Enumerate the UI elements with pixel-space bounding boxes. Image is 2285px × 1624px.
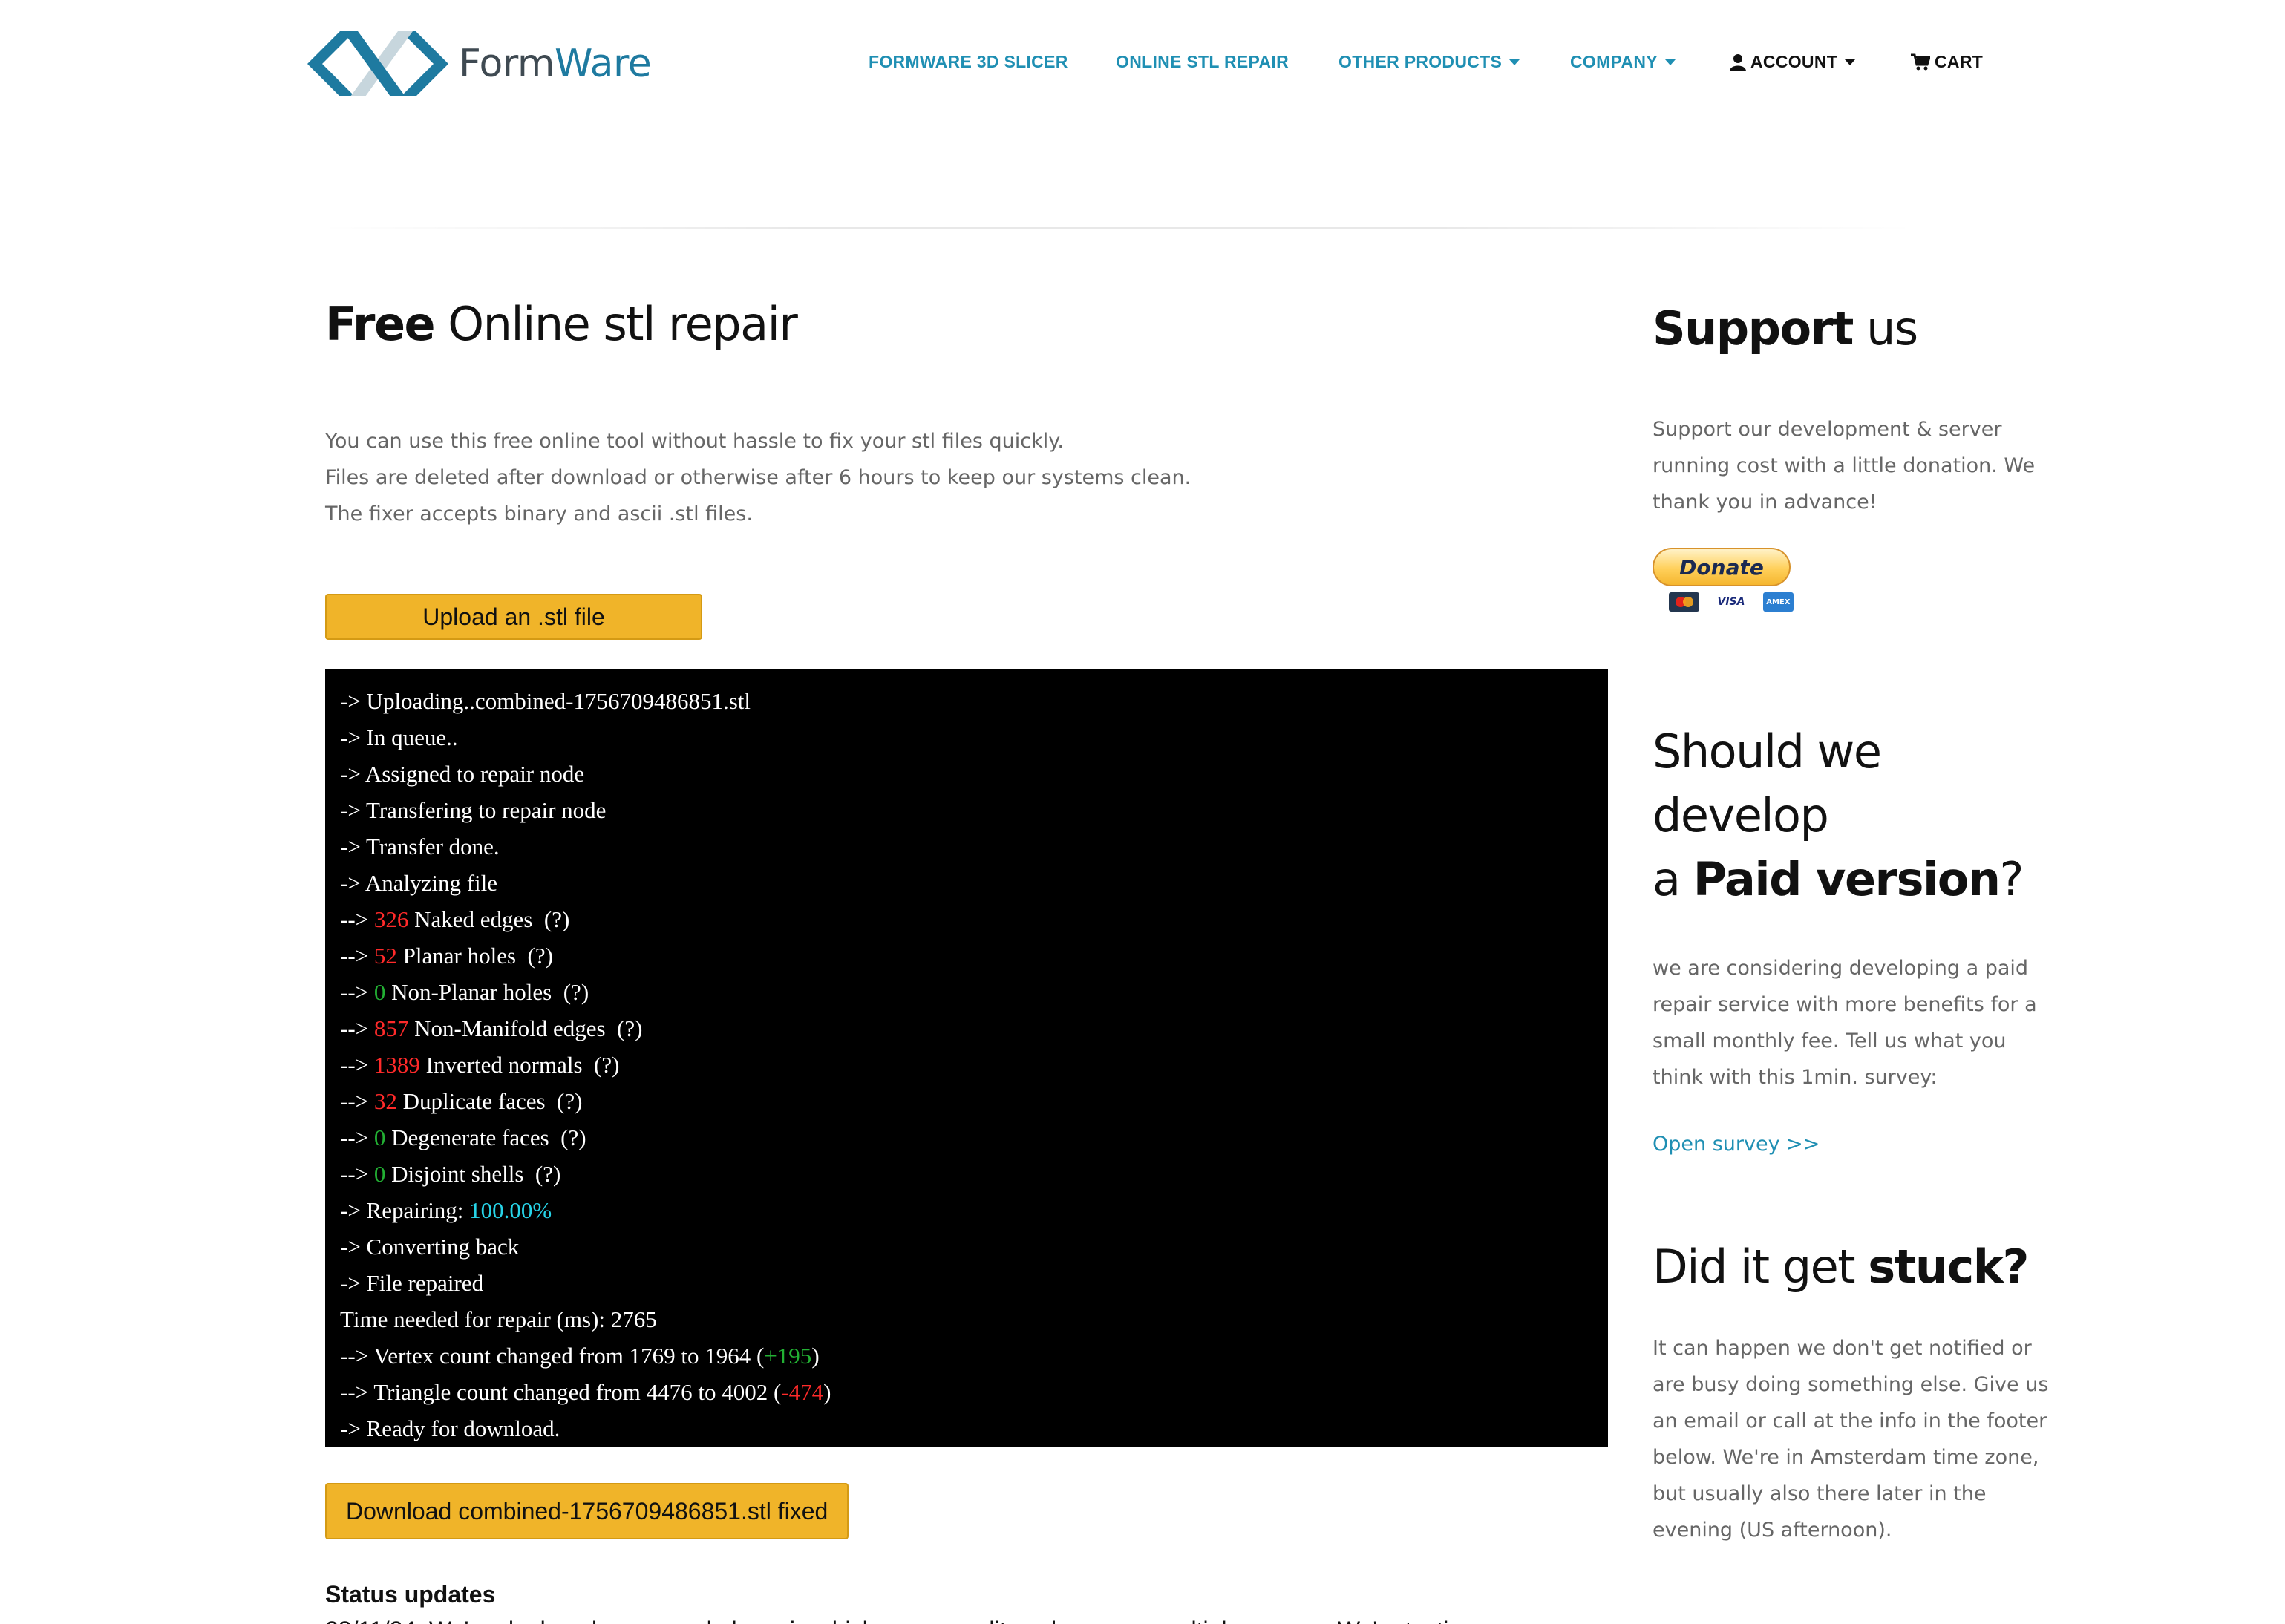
download-fixed-button[interactable]: Download combined-1756709486851.stl fixe… xyxy=(325,1483,849,1539)
nav-formware-3d-slicer[interactable]: FORMWARE 3D SLICER xyxy=(869,52,1068,72)
log-nonmanifold-edges: --> 857 Non-Manifold edges (?) xyxy=(340,1015,643,1041)
intro-line: The fixer accepts binary and ascii .stl … xyxy=(325,502,753,526)
support-text: Support our development & server running… xyxy=(1653,418,2036,514)
nav-cart[interactable]: CART xyxy=(1911,52,1983,72)
status-update-text: 28/11/24: We've deployed a new code base… xyxy=(325,1617,1609,1624)
formware-logo[interactable]: FormWare xyxy=(307,19,652,108)
donate-button[interactable]: Donate xyxy=(1653,548,1791,586)
log-repair-time: Time needed for repair (ms): 2765 xyxy=(340,1306,657,1332)
nav-online-stl-repair[interactable]: ONLINE STL REPAIR xyxy=(1116,52,1289,72)
log-duplicate-faces: --> 32 Duplicate faces (?) xyxy=(340,1088,583,1114)
intro-text: You can use this free online tool withou… xyxy=(325,423,1608,532)
payment-cards: VISA AMEX xyxy=(1653,592,1794,612)
log-line: -> Assigned to repair node xyxy=(340,761,585,787)
nav-account[interactable]: ACCOUNT xyxy=(1730,52,1856,72)
nav-company[interactable]: COMPANY xyxy=(1570,52,1676,72)
stuck-text: It can happen we don't get notified or a… xyxy=(1653,1337,2049,1542)
nav-other-products[interactable]: OTHER PRODUCTS xyxy=(1338,52,1520,72)
caret-down-icon xyxy=(1845,59,1856,65)
caret-down-icon xyxy=(1509,59,1520,65)
intro-line: You can use this free online tool withou… xyxy=(325,430,1064,454)
cart-icon xyxy=(1911,53,1930,70)
support-heading: Support us xyxy=(1653,301,1918,356)
log-line: -> Transfer done. xyxy=(340,834,500,860)
paid-version-section: Should we develop a Paid version? we are … xyxy=(1653,720,2053,1156)
donate-widget[interactable]: Donate VISA AMEX xyxy=(1653,548,1794,612)
paid-version-heading: Should we develop a Paid version? xyxy=(1653,724,2024,906)
log-line: -> Analyzing file xyxy=(340,870,498,896)
page-title: Free Online stl repair xyxy=(325,297,798,351)
log-planar-holes: --> 52 Planar holes (?) xyxy=(340,943,553,969)
log-repairing: -> Repairing: 100.00% xyxy=(340,1197,552,1223)
intro-line: Files are deleted after download or othe… xyxy=(325,466,1191,490)
user-icon xyxy=(1730,53,1746,71)
open-survey-link[interactable]: Open survey >> xyxy=(1653,1133,1820,1156)
status-updates-heading: Status updates xyxy=(325,1581,496,1608)
log-line: -> Transfering to repair node xyxy=(340,797,607,823)
log-line: -> Ready for download. xyxy=(340,1415,560,1441)
log-line: -> Uploading..combined-1756709486851.stl xyxy=(340,688,751,714)
log-inverted-normals: --> 1389 Inverted normals (?) xyxy=(340,1052,620,1078)
log-degenerate-faces: --> 0 Degenerate faces (?) xyxy=(340,1124,586,1150)
main-content: Free Online stl repair You can use this … xyxy=(325,297,1608,1624)
visa-icon: VISA xyxy=(1716,592,1747,612)
site-header: FormWare FORMWARE 3D SLICER ONLINE STL R… xyxy=(0,0,2285,134)
amex-icon: AMEX xyxy=(1762,592,1794,612)
log-disjoint-shells: --> 0 Disjoint shells (?) xyxy=(340,1161,561,1187)
log-naked-edges: --> 326 Naked edges (?) xyxy=(340,906,570,932)
log-vertex-count: --> Vertex count changed from 1769 to 19… xyxy=(340,1343,820,1369)
upload-stl-button[interactable]: Upload an .stl file xyxy=(325,594,702,640)
repair-log-console: -> Uploading..combined-1756709486851.stl… xyxy=(325,669,1608,1447)
formware-logo-icon xyxy=(307,31,448,96)
log-line: -> File repaired xyxy=(340,1270,484,1296)
log-nonplanar-holes: --> 0 Non-Planar holes (?) xyxy=(340,979,589,1005)
log-line: -> Converting back xyxy=(340,1234,520,1260)
log-line: -> In queue.. xyxy=(340,724,458,750)
log-triangle-count: --> Triangle count changed from 4476 to … xyxy=(340,1379,831,1405)
paid-version-text: we are considering developing a paid rep… xyxy=(1653,957,2037,1089)
header-divider xyxy=(319,227,1915,229)
mastercard-icon xyxy=(1669,592,1700,612)
caret-down-icon xyxy=(1664,59,1676,65)
support-section: Support us Support our development & ser… xyxy=(1653,297,2053,520)
stuck-section: Did it get stuck? It can happen we don't… xyxy=(1653,1235,2053,1548)
stuck-heading: Did it get stuck? xyxy=(1653,1240,2029,1294)
logo-wordmark: FormWare xyxy=(459,42,652,86)
